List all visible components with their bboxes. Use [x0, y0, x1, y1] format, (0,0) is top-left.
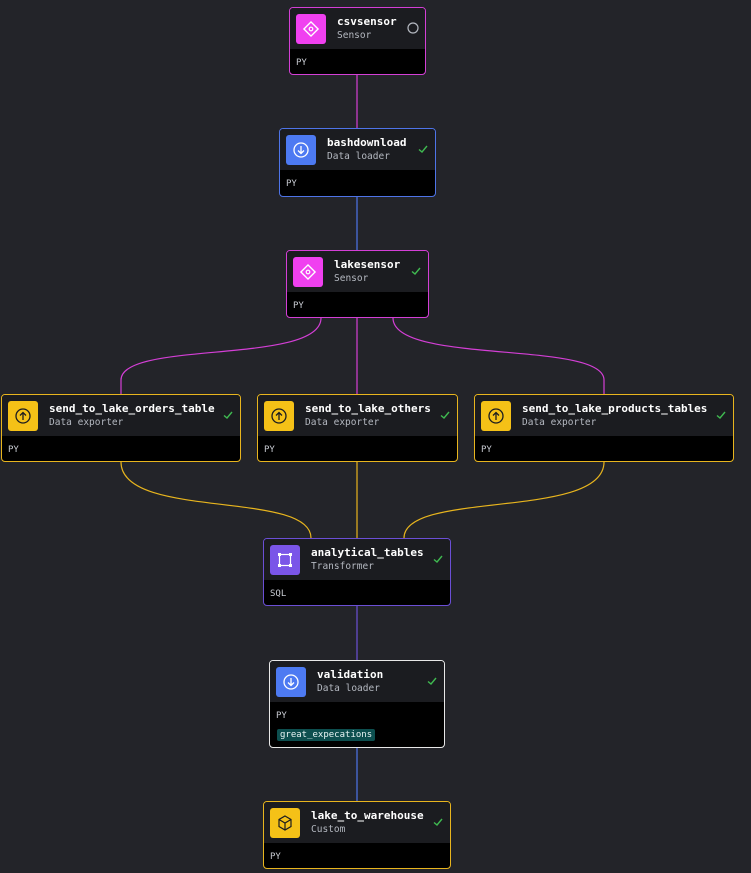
block-language: PY	[296, 58, 307, 68]
block-type: Data exporter	[522, 417, 597, 428]
block-language: PY	[293, 301, 304, 311]
cube-icon	[270, 808, 300, 838]
download-icon	[276, 667, 306, 697]
download-icon	[286, 135, 316, 165]
edge-products-analytical	[403, 461, 605, 539]
success-check-icon	[410, 265, 422, 277]
block-type: Data exporter	[49, 417, 124, 428]
block-lakesensor[interactable]: lakesensor Sensor PY	[286, 250, 429, 318]
upload-icon	[264, 401, 294, 431]
block-header: send_to_lake_products_tables Data export…	[475, 395, 733, 436]
block-language: PY	[270, 852, 281, 862]
block-header: send_to_lake_orders_table Data exporter	[2, 395, 240, 436]
block-header: send_to_lake_others Data exporter	[258, 395, 457, 436]
edge-lakesensor-products	[392, 317, 605, 394]
block-name: analytical_tables	[311, 546, 424, 559]
block-csvsensor[interactable]: csvsensor Sensor PY	[289, 7, 426, 75]
block-name: bashdownload	[327, 136, 407, 149]
pending-status-icon	[407, 22, 419, 34]
block-header: csvsensor Sensor	[290, 8, 425, 49]
block-name: lake_to_warehouse	[311, 809, 424, 822]
block-bashdownload[interactable]: bashdownload Data loader PY	[279, 128, 436, 197]
block-tag[interactable]: great_expecations	[277, 729, 376, 741]
success-check-icon	[432, 553, 444, 565]
upload-icon	[8, 401, 38, 431]
block-type: Custom	[311, 824, 346, 835]
edge-orders-analytical	[120, 461, 312, 539]
block-name: send_to_lake_others	[305, 402, 431, 415]
block-send-to-lake-others[interactable]: send_to_lake_others Data exporter PY	[257, 394, 458, 462]
block-name: send_to_lake_orders_table	[49, 402, 215, 415]
edge-lakesensor-orders	[120, 317, 322, 394]
success-check-icon	[417, 143, 429, 155]
block-type: Transformer	[311, 561, 374, 572]
success-check-icon	[439, 409, 451, 421]
block-type: Sensor	[337, 30, 372, 41]
block-send-to-lake-orders-table[interactable]: send_to_lake_orders_table Data exporter …	[1, 394, 241, 462]
block-name: csvsensor	[337, 15, 397, 28]
block-header: lakesensor Sensor	[287, 251, 428, 292]
transformer-icon	[270, 545, 300, 575]
sensor-icon	[296, 14, 326, 44]
block-language: PY	[264, 445, 275, 455]
block-type: Data exporter	[305, 417, 380, 428]
block-header: bashdownload Data loader	[280, 129, 435, 170]
success-check-icon	[426, 675, 438, 687]
block-type: Sensor	[334, 273, 369, 284]
success-check-icon	[432, 816, 444, 828]
block-type: Data loader	[317, 683, 380, 694]
block-language: PY	[8, 445, 19, 455]
block-language: PY	[286, 179, 297, 189]
block-type: Data loader	[327, 151, 390, 162]
success-check-icon	[222, 409, 234, 421]
block-name: send_to_lake_products_tables	[522, 402, 708, 415]
block-language: PY	[276, 711, 287, 721]
success-check-icon	[715, 409, 727, 421]
block-send-to-lake-products-tables[interactable]: send_to_lake_products_tables Data export…	[474, 394, 734, 462]
block-name: lakesensor	[334, 258, 401, 271]
upload-icon	[481, 401, 511, 431]
block-header: validation Data loader	[270, 661, 444, 702]
block-lake-to-warehouse[interactable]: lake_to_warehouse Custom PY	[263, 801, 451, 869]
block-name: validation	[317, 668, 384, 681]
block-header: analytical_tables Transformer	[264, 539, 450, 580]
block-analytical-tables[interactable]: analytical_tables Transformer SQL	[263, 538, 451, 606]
block-language: SQL	[270, 589, 287, 599]
block-header: lake_to_warehouse Custom	[264, 802, 450, 843]
sensor-icon	[293, 257, 323, 287]
block-language: PY	[481, 445, 492, 455]
block-validation[interactable]: validation Data loader PY great_expecati…	[269, 660, 445, 748]
